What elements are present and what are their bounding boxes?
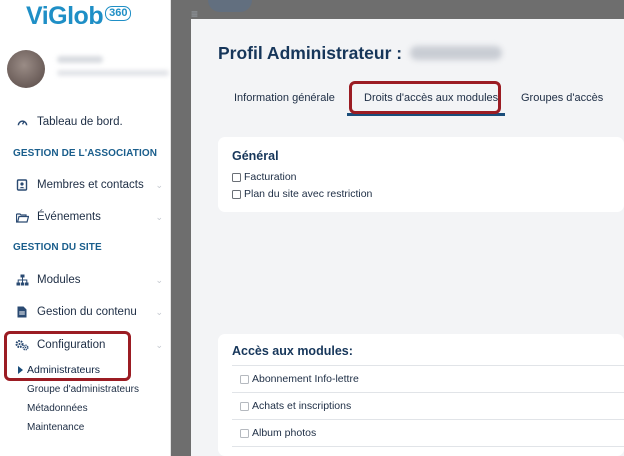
checkbox[interactable]: [232, 189, 241, 199]
page-title: Profil Administrateur :: [218, 43, 403, 63]
checkbox-row[interactable]: Album photos: [240, 427, 316, 439]
tab-access-groups[interactable]: Groupes d'accès: [521, 92, 603, 104]
divider: [232, 446, 624, 447]
folder-icon: [14, 212, 30, 223]
sidebar-item-dashboard[interactable]: Tableau de bord.: [14, 113, 164, 131]
checkbox-label: Album photos: [252, 427, 317, 439]
checkbox-label: Facturation: [244, 171, 297, 183]
sidebar-item-label: Tableau de bord.: [37, 116, 123, 128]
sidebar-item-members[interactable]: Membres et contacts ⌄: [14, 176, 169, 194]
document-icon: [14, 306, 30, 318]
section-title-association: GESTION DE L'ASSOCIATION: [13, 148, 158, 159]
checkbox-row[interactable]: Facturation: [232, 171, 297, 183]
user-profile[interactable]: [7, 50, 171, 88]
sidebar-item-label: Membres et contacts: [37, 179, 144, 191]
general-card-title: Général: [232, 149, 279, 163]
checkbox-row[interactable]: Plan du site avec restriction: [232, 188, 372, 200]
sidebar-item-events[interactable]: Événements ⌄: [14, 208, 169, 226]
contacts-icon: [14, 179, 30, 191]
chevron-down-icon: ⌄: [155, 211, 163, 222]
viglob-logo[interactable]: ViGlob 360: [26, 1, 132, 30]
sitemap-icon: [14, 274, 30, 286]
header-logo-partial: [208, 0, 252, 12]
checkbox[interactable]: [240, 401, 249, 411]
logo-badge: 360: [105, 5, 132, 21]
sidebar-subitem-admin-groups[interactable]: Groupe d'administrateurs: [27, 384, 139, 395]
modules-card-title: Accès aux modules:: [232, 344, 353, 358]
chevron-down-icon: ⌄: [155, 274, 163, 285]
chevron-down-icon: ⌄: [155, 339, 163, 350]
highlight-configuration: [4, 331, 131, 381]
dashboard-gauge-icon: [14, 117, 30, 128]
checkbox-label: Achats et inscriptions: [252, 400, 352, 412]
divider: [232, 365, 624, 366]
sidebar: ViGlob 360 Tableau de bord. GESTION DE L…: [0, 0, 171, 456]
admin-name-redacted: [410, 46, 502, 60]
checkbox[interactable]: [240, 374, 249, 384]
checkbox-row[interactable]: Achats et inscriptions: [240, 400, 351, 412]
section-title-site: GESTION DU SITE: [13, 242, 102, 253]
sidebar-item-label: Événements: [37, 211, 101, 223]
sidebar-subitem-metadata[interactable]: Métadonnées: [27, 403, 88, 414]
sidebar-item-content[interactable]: Gestion du contenu ⌄: [14, 303, 169, 321]
chevron-down-icon: ⌄: [155, 179, 163, 190]
divider: [232, 419, 624, 420]
divider: [232, 392, 624, 393]
sidebar-item-label: Modules: [37, 274, 81, 286]
sidebar-item-modules[interactable]: Modules ⌄: [14, 271, 169, 289]
highlight-module-rights-tab: [349, 81, 501, 114]
sidebar-subitem-maintenance[interactable]: Maintenance: [27, 422, 84, 433]
logo-text: ViGlob: [26, 1, 104, 30]
user-email-redacted: [57, 70, 169, 76]
chevron-down-icon: ⌄: [155, 306, 163, 317]
checkbox-label: Abonnement Info-lettre: [252, 373, 359, 385]
user-name-redacted: [57, 56, 103, 63]
checkbox-label: Plan du site avec restriction: [244, 188, 373, 200]
tab-general-info[interactable]: Information générale: [234, 92, 335, 104]
checkbox-row[interactable]: Abonnement Info-lettre: [240, 373, 359, 385]
checkbox[interactable]: [232, 172, 241, 182]
avatar: [7, 50, 45, 88]
checkbox[interactable]: [240, 428, 249, 438]
sidebar-item-label: Gestion du contenu: [37, 306, 137, 318]
